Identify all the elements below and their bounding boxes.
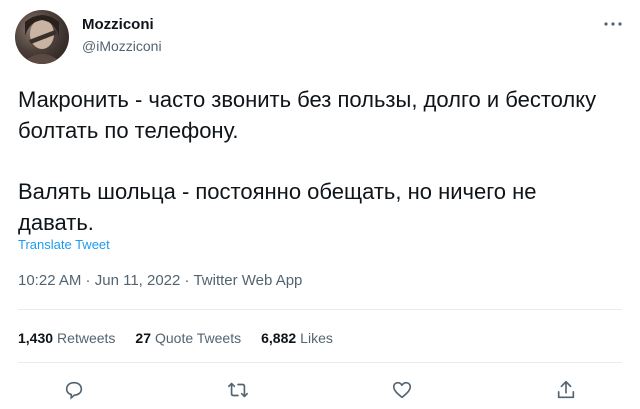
translate-link[interactable]: Translate Tweet — [18, 237, 110, 252]
quotes-stat[interactable]: 27 Quote Tweets — [135, 330, 241, 346]
tweet-source[interactable]: Twitter Web App — [180, 272, 302, 289]
divider — [18, 362, 622, 363]
tweet-text: Макронить - часто звонить без пользы, до… — [18, 84, 618, 238]
avatar[interactable] — [15, 10, 69, 64]
retweets-count: 1,430 — [18, 330, 54, 346]
tweet-paragraph: Макронить - часто звонить без пользы, до… — [18, 87, 597, 143]
retweets-stat[interactable]: 1,430 Retweets — [18, 330, 115, 346]
likes-label: Likes — [300, 330, 333, 346]
tweet-card: Mozziconi @iMozziconi Макронить - часто … — [0, 0, 640, 409]
reply-icon[interactable] — [60, 376, 88, 404]
quotes-count: 27 — [135, 330, 151, 346]
retweets-label: Retweets — [57, 330, 116, 346]
like-icon[interactable] — [388, 376, 416, 404]
author-handle[interactable]: @iMozziconi — [82, 38, 162, 54]
likes-stat[interactable]: 6,882 Likes — [261, 330, 333, 346]
share-icon[interactable] — [552, 376, 580, 404]
tweet-date[interactable]: Jun 11, 2022 — [81, 272, 180, 289]
quotes-label: Quote Tweets — [154, 330, 242, 346]
tweet-time[interactable]: 10:22 AM — [18, 272, 81, 289]
more-dots-icon[interactable] — [604, 14, 622, 32]
retweet-icon[interactable] — [224, 376, 252, 404]
action-bar — [60, 376, 580, 404]
divider — [18, 309, 622, 310]
tweet-meta: 10:22 AMJun 11, 2022Twitter Web App — [18, 272, 302, 289]
likes-count: 6,882 — [261, 330, 297, 346]
tweet-paragraph: Валять шольца - постоянно обещать, но ни… — [18, 179, 537, 235]
tweet-stats: 1,430 Retweets 27 Quote Tweets 6,882 Likes — [18, 330, 333, 346]
author-name[interactable]: Mozziconi — [82, 16, 154, 33]
